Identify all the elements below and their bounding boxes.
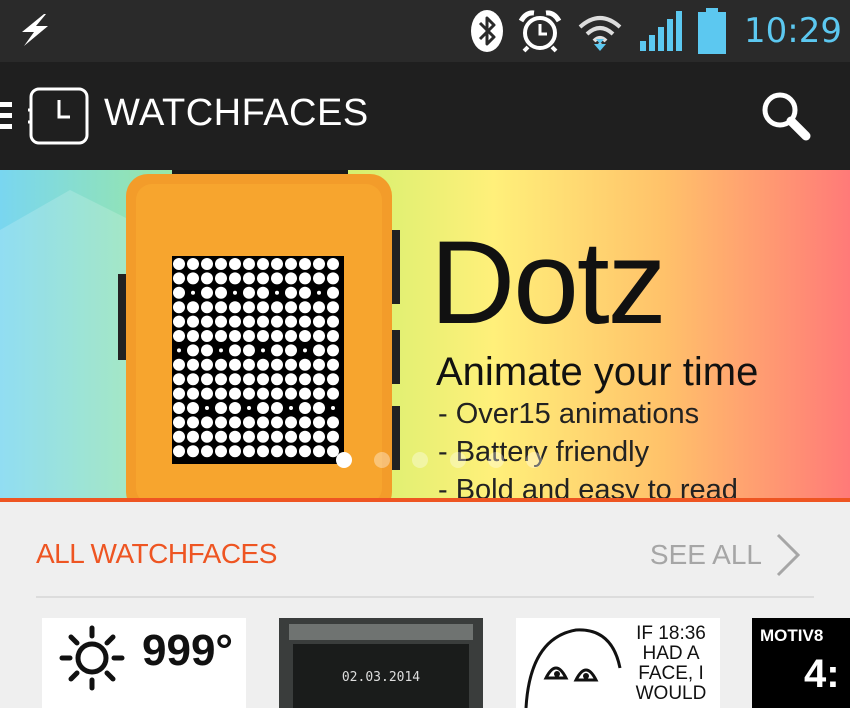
chevron-right-icon (776, 533, 801, 577)
section-divider (36, 596, 814, 598)
tile-temperature: 999° (142, 626, 234, 675)
menu-drawer-icon[interactable] (0, 96, 14, 136)
watch-photo-image (279, 618, 483, 708)
status-bar: 10:29 (0, 0, 850, 62)
carousel-dot[interactable] (374, 452, 390, 468)
tile-brand: MOTIV8 (760, 626, 824, 645)
watchface-tile[interactable]: IF 18:36 HAD A FACE, I WOULD (516, 618, 720, 708)
app-bar: WATCHFACES (0, 62, 850, 170)
banner-headline: Dotz (430, 217, 667, 349)
clock-time: 10:29 (744, 11, 842, 51)
carousel-dot[interactable] (412, 452, 428, 468)
signal-icon (640, 11, 683, 51)
featured-banner[interactable]: Dotz Animate your time - Over15 animatio… (0, 170, 850, 500)
see-all-label: SEE ALL (649, 539, 762, 570)
tile-caption: IF 18:36 HAD A FACE, I WOULD (635, 623, 707, 704)
tile-time: 4: (804, 652, 840, 696)
watchface-tile[interactable]: 999° (42, 618, 246, 708)
battery-icon (698, 8, 727, 54)
carousel-dot[interactable] (450, 452, 466, 468)
wifi-icon (578, 16, 622, 51)
banner-tagline: Animate your time (436, 350, 759, 394)
comic-face-image (524, 628, 622, 708)
section-accent-divider (0, 498, 850, 502)
see-all-button[interactable]: SEE ALL (650, 532, 802, 578)
search-icon[interactable] (758, 88, 812, 142)
watchface-tile[interactable]: MOTIV8 4: (752, 618, 850, 708)
page-title: WATCHFACES (104, 92, 369, 134)
carousel-dot[interactable] (336, 452, 352, 468)
section-title: ALL WATCHFACES (36, 538, 277, 569)
banner-feature-3: - Bold and easy to read (438, 474, 738, 500)
lightning-icon (22, 14, 48, 46)
watchface-tile[interactable]: 02.03.2014 (279, 618, 483, 708)
bluetooth-icon (471, 10, 504, 52)
sun-icon (59, 625, 125, 691)
tile-date: 02.03.2014 (341, 670, 421, 685)
banner-feature-1: - Over15 animations (438, 398, 700, 430)
carousel-dot[interactable] (488, 452, 504, 468)
carousel-dot[interactable] (526, 452, 542, 468)
pebble-watch-image (0, 170, 400, 500)
carousel-indicator (336, 452, 542, 468)
alarm-icon (518, 10, 562, 53)
watch-app-icon[interactable] (28, 86, 90, 146)
